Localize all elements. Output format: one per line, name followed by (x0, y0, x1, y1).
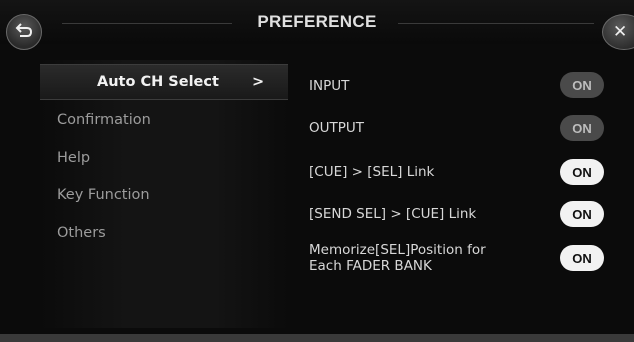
sidebar-item-others[interactable]: Others (57, 215, 267, 251)
memorize-sel-position-label: Memorize[SEL]Position for Each FADER BAN… (309, 242, 486, 274)
sidebar-item-key-function[interactable]: Key Function (57, 177, 267, 213)
sidebar-item-label: Key Function (57, 187, 150, 203)
send-sel-cue-link-toggle[interactable]: ON (560, 201, 604, 227)
title-bar: PREFERENCE (0, 0, 634, 44)
output-setting-label: OUTPUT (309, 120, 365, 136)
memorize-label-line-2: Each FADER BANK (309, 258, 432, 274)
sidebar-item-label: Help (57, 150, 91, 166)
cue-sel-link-label: [CUE] > [SEL] Link (309, 164, 435, 180)
memorize-sel-position-toggle[interactable]: ON (560, 245, 604, 271)
sidebar-item-label: Confirmation (57, 112, 151, 128)
input-toggle[interactable]: ON (560, 72, 604, 98)
send-sel-cue-link-label: [SEND SEL] > [CUE] Link (309, 206, 477, 222)
close-button[interactable]: ✕ (602, 14, 634, 50)
close-icon: ✕ (613, 22, 628, 42)
cue-sel-link-toggle[interactable]: ON (560, 159, 604, 185)
return-arrow-icon (15, 22, 33, 42)
output-toggle[interactable]: ON (560, 115, 604, 141)
page-title: PREFERENCE (257, 12, 377, 31)
sidebar-item-auto-ch-select[interactable]: Auto CH Select > (40, 64, 288, 100)
sidebar-item-confirmation[interactable]: Confirmation (57, 102, 267, 138)
bottom-border (0, 334, 634, 342)
back-button[interactable] (6, 14, 42, 50)
sidebar-item-help[interactable]: Help (57, 140, 267, 176)
preference-window: PREFERENCE ✕ Auto CH Select > Confirmati… (0, 0, 634, 342)
input-setting-label: INPUT (309, 78, 350, 94)
selected-arrow-indicator: > (252, 74, 265, 90)
memorize-label-line-1: Memorize[SEL]Position for (309, 242, 486, 258)
sidebar-item-label: Auto CH Select (97, 74, 219, 90)
sidebar-item-label: Others (57, 225, 106, 241)
